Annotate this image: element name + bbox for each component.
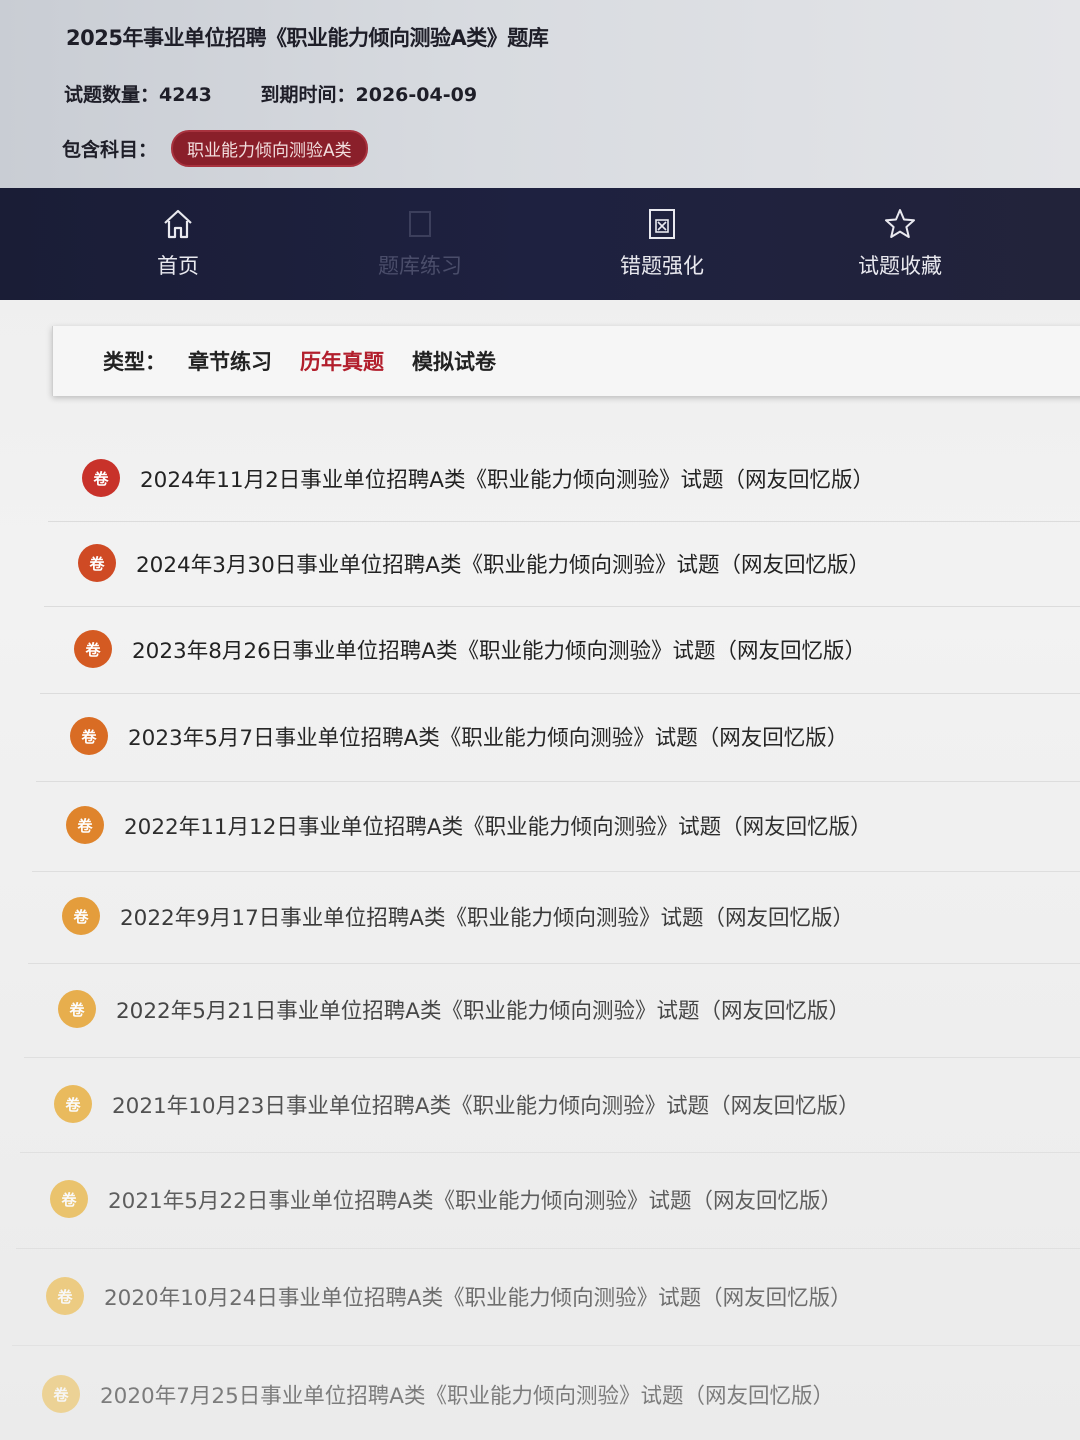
paper-title: 2022年5月21日事业单位招聘A类《职业能力倾向测验》试题（网友回忆版） [116, 998, 850, 1024]
type-filter-bar: 类型： 章节练习 历年真题 模拟试卷 [52, 326, 1080, 396]
paper-row[interactable]: 卷 2024年11月2日事业单位招聘A类《职业能力倾向测验》试题（网友回忆版） [82, 459, 874, 497]
expire-date: 到期时间：2026-04-09 [260, 84, 478, 106]
type-option-chapter[interactable]: 章节练习 [188, 346, 272, 376]
paper-row[interactable]: 卷 2021年5月22日事业单位招聘A类《职业能力倾向测验》试题（网友回忆版） [50, 1180, 842, 1218]
row-divider [36, 781, 1080, 782]
nav-practice[interactable]: 题库练习 [300, 188, 540, 300]
paper-badge-icon: 卷 [50, 1180, 88, 1218]
nav-home[interactable]: 首页 [58, 188, 298, 300]
paper-row[interactable]: 卷 2024年3月30日事业单位招聘A类《职业能力倾向测验》试题（网友回忆版） [78, 544, 870, 582]
nav-wrong-label: 错题强化 [620, 254, 704, 278]
subject-label: 包含科目： [62, 139, 158, 161]
paper-badge-icon: 卷 [66, 806, 104, 844]
book-icon [409, 211, 431, 237]
main-nav: 首页 题库练习 错题强化 试题收藏 [0, 188, 1080, 300]
paper-badge-icon: 卷 [54, 1085, 92, 1123]
paper-title: 2022年9月17日事业单位招聘A类《职业能力倾向测验》试题（网友回忆版） [120, 905, 854, 931]
home-icon [164, 209, 192, 239]
row-divider [48, 521, 1080, 522]
row-divider [44, 606, 1080, 607]
paper-badge-icon: 卷 [74, 630, 112, 668]
paper-row[interactable]: 卷 2020年10月24日事业单位招聘A类《职业能力倾向测验》试题（网友回忆版） [46, 1277, 852, 1315]
subject-row: 包含科目： 职业能力倾向测验A类 [62, 130, 368, 167]
paper-title: 2024年11月2日事业单位招聘A类《职业能力倾向测验》试题（网友回忆版） [140, 467, 874, 493]
meta-row: 试题数量：4243 到期时间：2026-04-09 [64, 80, 477, 107]
paper-badge-icon: 卷 [46, 1277, 84, 1315]
paper-badge-icon: 卷 [70, 717, 108, 755]
row-divider [20, 1152, 1080, 1153]
paper-row[interactable]: 卷 2021年10月23日事业单位招聘A类《职业能力倾向测验》试题（网友回忆版） [54, 1085, 860, 1123]
nav-favorites-label: 试题收藏 [858, 254, 942, 278]
paper-title: 2020年10月24日事业单位招聘A类《职业能力倾向测验》试题（网友回忆版） [104, 1285, 852, 1311]
question-bank-header: 2025年事业单位招聘《职业能力倾向测验A类》题库 试题数量：4243 到期时间… [0, 0, 1080, 190]
paper-title: 2024年3月30日事业单位招聘A类《职业能力倾向测验》试题（网友回忆版） [136, 552, 870, 578]
nav-favorites[interactable]: 试题收藏 [780, 188, 1020, 300]
paper-title: 2021年5月22日事业单位招聘A类《职业能力倾向测验》试题（网友回忆版） [108, 1188, 842, 1214]
row-divider [40, 693, 1080, 694]
type-option-past-papers[interactable]: 历年真题 [300, 346, 384, 376]
paper-title: 2021年10月23日事业单位招聘A类《职业能力倾向测验》试题（网友回忆版） [112, 1093, 860, 1119]
nav-wrong[interactable]: 错题强化 [542, 188, 782, 300]
bank-title: 2025年事业单位招聘《职业能力倾向测验A类》题库 [66, 26, 549, 50]
row-divider [24, 1057, 1080, 1058]
paper-title: 2023年5月7日事业单位招聘A类《职业能力倾向测验》试题（网友回忆版） [128, 725, 849, 751]
paper-list: 卷 2024年11月2日事业单位招聘A类《职业能力倾向测验》试题（网友回忆版）卷 2… [0, 436, 1080, 1440]
star-icon [885, 209, 915, 238]
paper-row[interactable]: 卷 2020年7月25日事业单位招聘A类《职业能力倾向测验》试题（网友回忆版） [42, 1375, 834, 1413]
nav-practice-label: 题库练习 [378, 254, 462, 278]
type-label: 类型： [103, 350, 166, 374]
row-divider [28, 963, 1080, 964]
subject-badge[interactable]: 职业能力倾向测验A类 [171, 130, 368, 167]
paper-badge-icon: 卷 [62, 897, 100, 935]
paper-row[interactable]: 卷 2022年11月12日事业单位招聘A类《职业能力倾向测验》试题（网友回忆版） [66, 806, 872, 844]
row-divider [12, 1345, 1080, 1346]
paper-row[interactable]: 卷 2022年5月21日事业单位招聘A类《职业能力倾向测验》试题（网友回忆版） [58, 990, 850, 1028]
paper-badge-icon: 卷 [78, 544, 116, 582]
nav-home-label: 首页 [157, 254, 199, 278]
page: 2025年事业单位招聘《职业能力倾向测验A类》题库 试题数量：4243 到期时间… [0, 0, 1080, 1440]
row-divider [16, 1248, 1080, 1249]
row-divider [32, 871, 1080, 872]
question-count: 试题数量：4243 [64, 84, 212, 106]
paper-title: 2023年8月26日事业单位招聘A类《职业能力倾向测验》试题（网友回忆版） [132, 638, 866, 664]
paper-row[interactable]: 卷 2023年5月7日事业单位招聘A类《职业能力倾向测验》试题（网友回忆版） [70, 717, 848, 755]
paper-row[interactable]: 卷 2023年8月26日事业单位招聘A类《职业能力倾向测验》试题（网友回忆版） [74, 630, 866, 668]
type-option-mock-exam[interactable]: 模拟试卷 [412, 346, 496, 376]
wrong-icon [649, 209, 675, 239]
paper-title: 2020年7月25日事业单位招聘A类《职业能力倾向测验》试题（网友回忆版） [100, 1383, 834, 1409]
paper-badge-icon: 卷 [42, 1375, 80, 1413]
paper-badge-icon: 卷 [58, 990, 96, 1028]
paper-badge-icon: 卷 [82, 459, 120, 497]
paper-title: 2022年11月12日事业单位招聘A类《职业能力倾向测验》试题（网友回忆版） [124, 814, 872, 840]
paper-row[interactable]: 卷 2022年9月17日事业单位招聘A类《职业能力倾向测验》试题（网友回忆版） [62, 897, 854, 935]
